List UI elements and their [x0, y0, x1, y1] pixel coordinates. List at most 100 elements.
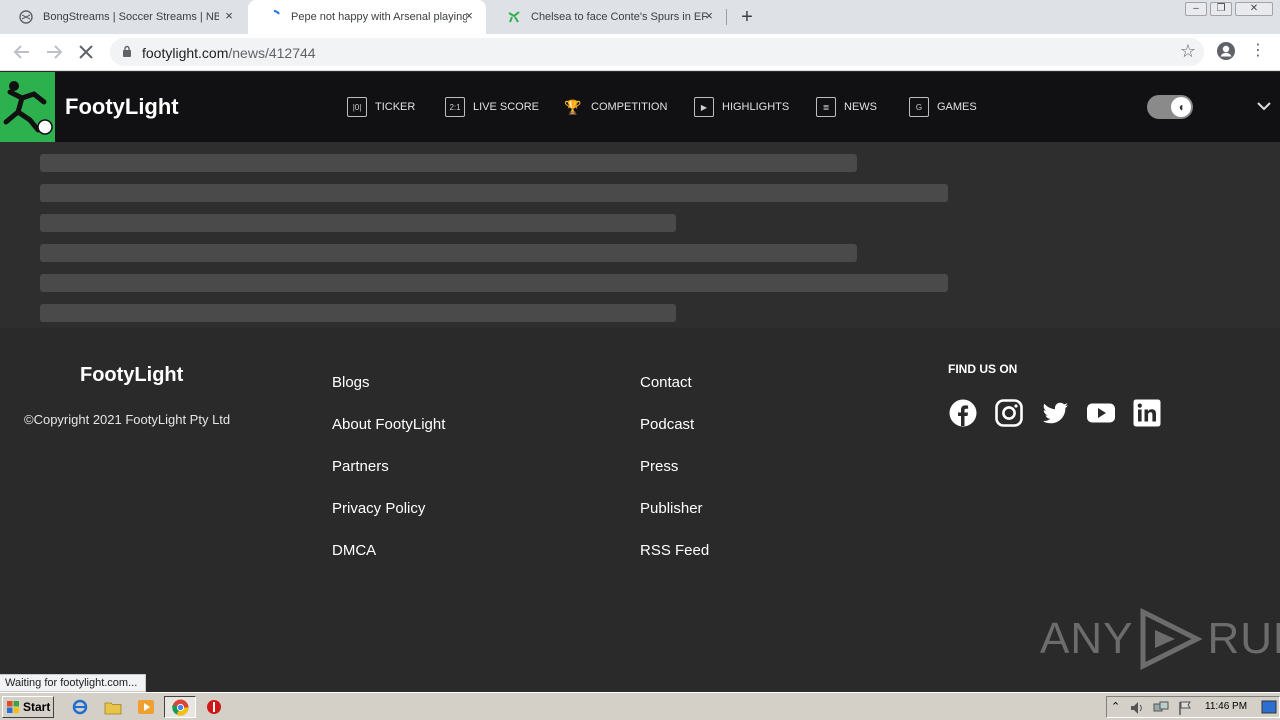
- news-icon: ≣: [816, 97, 836, 117]
- youtube-icon[interactable]: [1086, 398, 1116, 428]
- footer-link-privacy-policy[interactable]: Privacy Policy: [332, 500, 425, 517]
- show-hidden-icons-icon[interactable]: ⌃: [1111, 700, 1120, 713]
- tab-title: Chelsea to face Conte's Spurs in EFL: [531, 11, 707, 23]
- minimize-button[interactable]: –: [1185, 2, 1207, 16]
- footer-link-blogs[interactable]: Blogs: [332, 374, 370, 391]
- nav-competition[interactable]: 🏆 COMPETITION: [563, 96, 667, 118]
- nav-label: NEWS: [844, 101, 877, 113]
- footer-brand[interactable]: FootyLight: [80, 364, 183, 387]
- tab-title: BongStreams | Soccer Streams | NBA: [43, 11, 219, 23]
- site-brand-title[interactable]: FootyLight: [65, 94, 179, 120]
- linkedin-icon[interactable]: [1132, 398, 1162, 428]
- tab-chelsea-spurs[interactable]: Chelsea to face Conte's Spurs in EFL ×: [488, 0, 726, 34]
- browser-toolbar: footylight.com/news/412744 ☆: [0, 34, 1280, 71]
- nav-label: COMPETITION: [591, 101, 668, 113]
- footer-link-partners[interactable]: Partners: [332, 458, 389, 475]
- stop-loading-button[interactable]: [74, 40, 98, 64]
- tab-pepe-arsenal[interactable]: Pepe not happy with Arsenal playing ×: [248, 0, 486, 34]
- close-icon: [79, 45, 93, 59]
- system-tray: ⌃: [1106, 696, 1280, 718]
- watermark-right-text: RUN: [1207, 614, 1280, 663]
- loading-spinner-icon: [266, 9, 282, 25]
- nav-label: TICKER: [375, 101, 416, 113]
- twitter-icon[interactable]: [1040, 398, 1070, 428]
- profile-avatar-icon[interactable]: [1216, 41, 1236, 61]
- footer-link-dmca[interactable]: DMCA: [332, 542, 376, 559]
- dark-mode-toggle[interactable]: ◖: [1147, 95, 1193, 119]
- browser-tab-strip: BongStreams | Soccer Streams | NBA × Pep…: [0, 0, 1280, 34]
- folder-icon[interactable]: [104, 699, 122, 715]
- skeleton-line: [40, 184, 948, 202]
- media-player-icon[interactable]: [137, 699, 155, 715]
- nav-label: LIVE SCORE: [473, 101, 540, 113]
- footer-link-press[interactable]: Press: [640, 458, 678, 475]
- chevron-down-icon[interactable]: [1256, 94, 1274, 118]
- skeleton-line: [40, 154, 857, 172]
- close-tab-icon[interactable]: ×: [222, 9, 236, 23]
- taskbar-clock[interactable]: 11:46 PM: [1205, 701, 1247, 712]
- nav-games[interactable]: G GAMES: [909, 96, 977, 118]
- chrome-taskbar-button[interactable]: [164, 696, 196, 718]
- volume-icon[interactable]: [1129, 700, 1145, 716]
- tab-bongstreams[interactable]: BongStreams | Soccer Streams | NBA ×: [0, 0, 246, 34]
- skeleton-line: [40, 304, 676, 322]
- instagram-icon[interactable]: [994, 398, 1024, 428]
- footer-copyright: ©Copyright 2021 FootyLight Pty Ltd: [24, 412, 231, 427]
- internet-explorer-icon[interactable]: [71, 699, 89, 715]
- address-bar[interactable]: footylight.com/news/412744 ☆: [110, 38, 1204, 66]
- play-icon: ▶: [694, 97, 714, 117]
- url-path: /news/412744: [228, 45, 316, 61]
- play-triangle-icon: [1140, 608, 1204, 670]
- new-tab-button[interactable]: +: [736, 6, 758, 28]
- anyrun-watermark: ANY RUN: [1040, 608, 1280, 670]
- watermark-left-text: ANY: [1040, 614, 1134, 663]
- content-loading-skeleton: [0, 142, 1280, 328]
- live-score-icon: 2:1: [445, 97, 465, 117]
- facebook-icon[interactable]: [948, 398, 978, 428]
- footer-link-contact[interactable]: Contact: [640, 374, 692, 391]
- skeleton-line: [40, 274, 948, 292]
- nav-ticker[interactable]: |0| TICKER: [347, 96, 415, 118]
- network-icon[interactable]: [1153, 700, 1169, 716]
- footer-link-about[interactable]: About FootyLight: [332, 416, 445, 433]
- footer-link-rss-feed[interactable]: RSS Feed: [640, 542, 709, 559]
- skeleton-line: [40, 244, 857, 262]
- start-button[interactable]: Start: [2, 696, 54, 718]
- find-us-heading: FIND US ON: [948, 362, 1018, 376]
- moon-icon: ◖: [1171, 97, 1191, 117]
- close-tab-icon[interactable]: ×: [462, 9, 476, 23]
- footylight-logo-icon[interactable]: [0, 72, 55, 142]
- lock-icon: [123, 45, 131, 57]
- close-window-button[interactable]: ✕: [1235, 2, 1273, 16]
- back-arrow-icon: [13, 45, 29, 59]
- show-desktop-icon[interactable]: [1261, 700, 1277, 714]
- bongstreams-favicon-icon: [18, 9, 34, 25]
- back-button[interactable]: [10, 40, 34, 64]
- site-header: FootyLight |0| TICKER 2:1 LIVE SCORE 🏆 C…: [0, 72, 1280, 142]
- stop-sign-icon[interactable]: [205, 699, 223, 715]
- tab-separator: [726, 9, 727, 25]
- nav-highlights[interactable]: ▶ HIGHLIGHTS: [694, 96, 789, 118]
- restore-button[interactable]: ❐: [1210, 2, 1232, 16]
- skeleton-line: [40, 214, 676, 232]
- footer-link-podcast[interactable]: Podcast: [640, 416, 694, 433]
- browser-status-bubble: Waiting for footylight.com...: [0, 674, 147, 692]
- games-icon: G: [909, 97, 929, 117]
- close-tab-icon[interactable]: ×: [702, 9, 716, 23]
- nav-label: HIGHLIGHTS: [722, 101, 790, 113]
- nav-news[interactable]: ≣ NEWS: [816, 96, 877, 118]
- footer-link-publisher[interactable]: Publisher: [640, 500, 703, 517]
- bookmark-star-icon[interactable]: ☆: [1180, 41, 1196, 62]
- nav-live-score[interactable]: 2:1 LIVE SCORE: [445, 96, 539, 118]
- ticker-icon: |0|: [347, 97, 367, 117]
- url-host: footylight.com: [142, 45, 229, 61]
- chrome-icon: [172, 699, 189, 716]
- url-text: footylight.com/news/412744: [142, 45, 316, 61]
- forward-arrow-icon: [47, 45, 63, 59]
- forward-button[interactable]: [42, 40, 66, 64]
- windows-logo-icon: [7, 701, 19, 713]
- action-center-flag-icon[interactable]: [1177, 700, 1193, 716]
- screen: BongStreams | Soccer Streams | NBA × Pep…: [0, 0, 1280, 720]
- nav-label: GAMES: [937, 101, 977, 113]
- browser-menu-icon[interactable]: ⋮: [1250, 40, 1266, 62]
